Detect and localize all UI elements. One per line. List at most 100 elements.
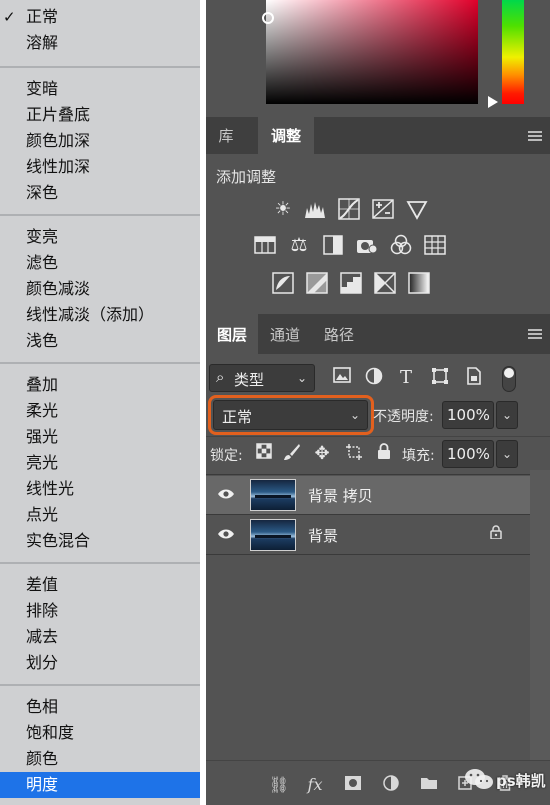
adjustment-row: ⚖: [206, 234, 550, 260]
tab-layers[interactable]: 图层: [206, 314, 258, 354]
shape-filter-icon[interactable]: [430, 367, 450, 389]
menu-item-subtract[interactable]: 减去: [0, 624, 200, 650]
menu-item-darker-color[interactable]: 深色: [0, 180, 200, 206]
menu-item-label: 强光: [26, 427, 59, 446]
type-filter-icon[interactable]: T: [396, 367, 416, 389]
menu-item-label: 线性减淡（添加）: [26, 305, 155, 324]
image-filter-icon[interactable]: [332, 367, 352, 389]
color-balance-icon[interactable]: ⚖: [288, 234, 310, 256]
menu-item-linear-burn[interactable]: 线性加深: [0, 154, 200, 180]
adjustments-tab-bar: 库 调整: [206, 117, 550, 154]
menu-item-linear-light[interactable]: 线性光: [0, 476, 200, 502]
menu-item-saturation[interactable]: 饱和度: [0, 720, 200, 746]
saturation-brightness-field[interactable]: [266, 0, 478, 104]
smart-object-filter-icon[interactable]: [464, 367, 484, 389]
hue-slider-handle-icon[interactable]: [488, 96, 498, 108]
hue-slider[interactable]: [502, 0, 524, 104]
menu-item-luminosity[interactable]: 明度: [0, 772, 200, 798]
visibility-eye-icon[interactable]: [216, 485, 236, 505]
lock-all-icon[interactable]: [374, 443, 394, 465]
tab-libraries[interactable]: 库: [206, 117, 246, 154]
menu-item-lighten[interactable]: 变亮: [0, 224, 200, 250]
menu-item-label: 划分: [26, 653, 59, 672]
menu-item-linear-dodge[interactable]: 线性减淡（添加）: [0, 302, 200, 328]
menu-item-hard-light[interactable]: 强光: [0, 424, 200, 450]
menu-item-darken[interactable]: 变暗: [0, 76, 200, 102]
panel-menu-icon[interactable]: [528, 329, 542, 339]
menu-item-label: 减去: [26, 627, 59, 646]
visibility-eye-icon[interactable]: [216, 525, 236, 545]
photo-filter-icon[interactable]: [356, 234, 378, 256]
menu-item-color-burn[interactable]: 颜色加深: [0, 128, 200, 154]
menu-item-label: 线性光: [26, 479, 75, 498]
vibrance-icon[interactable]: [406, 198, 428, 220]
layers-scrollbar[interactable]: [530, 470, 550, 760]
menu-item-normal[interactable]: ✓ 正常: [0, 4, 200, 30]
menu-item-screen[interactable]: 滤色: [0, 250, 200, 276]
fx-icon[interactable]: fx: [304, 775, 326, 795]
menu-item-hue[interactable]: 色相: [0, 694, 200, 720]
color-cursor[interactable]: [262, 12, 274, 24]
menu-item-multiply[interactable]: 正片叠底: [0, 102, 200, 128]
levels-icon[interactable]: [304, 198, 326, 220]
adjustment-filter-icon[interactable]: [364, 367, 384, 389]
opacity-value: 100%: [447, 406, 490, 424]
adjustment-layer-icon[interactable]: [380, 775, 402, 795]
menu-item-overlay[interactable]: 叠加: [0, 372, 200, 398]
opacity-input[interactable]: 100%: [442, 401, 494, 429]
menu-item-vivid-light[interactable]: 亮光: [0, 450, 200, 476]
panel-menu-icon[interactable]: [528, 131, 542, 141]
menu-item-lighter-color[interactable]: 浅色: [0, 328, 200, 354]
menu-item-label: 正常: [26, 7, 59, 26]
brightness-contrast-icon[interactable]: ☀: [272, 198, 294, 220]
posterize-icon[interactable]: [306, 272, 328, 294]
lock-artboard-icon[interactable]: [344, 443, 364, 465]
menu-item-color-dodge[interactable]: 颜色减淡: [0, 276, 200, 302]
hue-saturation-icon[interactable]: [254, 234, 276, 256]
tab-adjustments[interactable]: 调整: [258, 117, 314, 154]
color-lookup-icon[interactable]: [424, 234, 446, 256]
menu-item-dissolve[interactable]: 溶解: [0, 30, 200, 56]
menu-item-label: 变暗: [26, 79, 59, 98]
menu-item-difference[interactable]: 差值: [0, 572, 200, 598]
layer-name: 背景 拷贝: [308, 487, 373, 505]
layer-row[interactable]: 背景: [206, 516, 530, 554]
fill-slider-button[interactable]: ⌄: [496, 440, 518, 468]
menu-item-hard-mix[interactable]: 实色混合: [0, 528, 200, 554]
layer-row[interactable]: 背景 拷贝: [206, 476, 530, 514]
mask-icon[interactable]: [342, 775, 364, 795]
menu-item-soft-light[interactable]: 柔光: [0, 398, 200, 424]
menu-item-color[interactable]: 颜色: [0, 746, 200, 772]
lock-paint-icon[interactable]: [282, 443, 302, 465]
gradient-map-icon[interactable]: [408, 272, 430, 294]
tab-paths[interactable]: 路径: [314, 314, 364, 354]
blend-mode-menu: ✓ 正常 溶解 变暗 正片叠底 颜色加深 线性加深 深色 变亮 滤色 颜色减淡 …: [0, 0, 200, 805]
channel-mixer-icon[interactable]: [390, 234, 412, 256]
menu-item-pin-light[interactable]: 点光: [0, 502, 200, 528]
menu-item-label: 亮光: [26, 453, 59, 472]
exposure-icon[interactable]: [372, 198, 394, 220]
invert-icon[interactable]: [272, 272, 294, 294]
lock-icon[interactable]: [490, 525, 502, 543]
lock-position-icon[interactable]: ✥: [312, 443, 332, 465]
menu-item-label: 叠加: [26, 375, 59, 394]
lock-pixels-icon[interactable]: [254, 443, 274, 465]
selective-color-icon[interactable]: [374, 272, 396, 294]
group-icon[interactable]: [418, 775, 440, 795]
filter-toggle-switch[interactable]: [502, 366, 516, 392]
menu-item-exclusion[interactable]: 排除: [0, 598, 200, 624]
menu-item-label: 深色: [26, 183, 59, 202]
tab-channels[interactable]: 通道: [260, 314, 310, 354]
opacity-label: 不透明度:: [373, 409, 434, 425]
watermark-text: ps韩凯: [496, 772, 546, 790]
menu-separator: [0, 684, 200, 686]
layer-separator: [206, 514, 530, 515]
curves-icon[interactable]: [338, 198, 360, 220]
threshold-icon[interactable]: [340, 272, 362, 294]
black-white-icon[interactable]: [322, 234, 344, 256]
menu-item-divide[interactable]: 划分: [0, 650, 200, 676]
opacity-slider-button[interactable]: ⌄: [496, 401, 518, 429]
fill-input[interactable]: 100%: [442, 440, 494, 468]
link-icon[interactable]: ⛓: [268, 775, 290, 795]
layer-filter-kind-select[interactable]: ⌕ 类型 ⌄: [209, 364, 315, 392]
